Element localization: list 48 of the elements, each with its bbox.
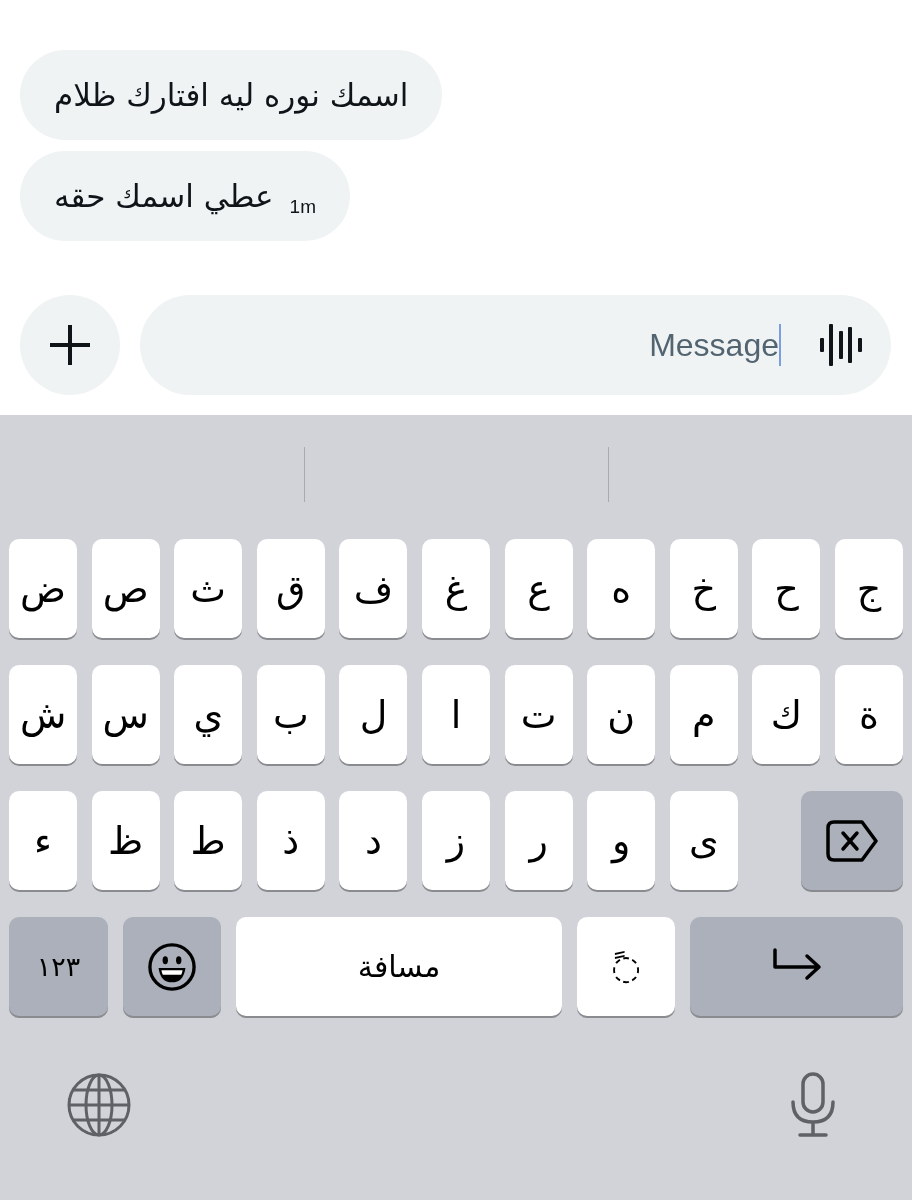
timestamp: 1m	[289, 196, 316, 218]
letter-key[interactable]: ل	[339, 665, 408, 764]
message-field[interactable]: Message	[140, 295, 891, 395]
globe-icon	[67, 1073, 131, 1137]
letter-key[interactable]: ي	[174, 665, 243, 764]
letter-key[interactable]: ه	[587, 539, 656, 638]
numbers-key[interactable]: ١٢٣	[9, 917, 108, 1016]
letter-key[interactable]: و	[587, 791, 656, 890]
letter-key[interactable]: ء	[9, 791, 77, 890]
letter-key[interactable]: غ	[422, 539, 491, 638]
diacritic-key[interactable]: ◌ً	[577, 917, 675, 1016]
message-text: عطي اسمك حقه	[54, 178, 274, 214]
letter-key[interactable]: ظ	[91, 791, 160, 890]
letter-key[interactable]: ص	[91, 539, 160, 638]
letter-key[interactable]: ق	[256, 539, 325, 638]
letter-key[interactable]: ب	[256, 665, 325, 764]
dictation-button[interactable]	[790, 1072, 836, 1138]
letter-key[interactable]: خ	[669, 539, 738, 638]
message-text: اسمك نوره ليه افتارك ظلام	[54, 77, 409, 113]
letter-key[interactable]: ى	[669, 791, 738, 890]
letter-key[interactable]: ط	[174, 791, 243, 890]
letter-key[interactable]: ع	[504, 539, 573, 638]
plus-icon	[50, 325, 90, 365]
letter-key[interactable]: ح	[752, 539, 821, 638]
letter-key[interactable]: ا	[422, 665, 491, 764]
letter-key[interactable]: ك	[752, 665, 821, 764]
letter-key[interactable]: ة	[835, 665, 903, 764]
globe-button[interactable]	[67, 1073, 131, 1137]
space-key[interactable]: مسافة	[236, 917, 562, 1016]
letter-key[interactable]: ت	[504, 665, 573, 764]
backspace-icon	[826, 819, 878, 862]
letter-key[interactable]: ش	[9, 665, 78, 764]
backspace-key[interactable]	[801, 791, 903, 890]
letter-key[interactable]: ض	[9, 539, 78, 638]
letter-key[interactable]: ر	[504, 791, 573, 890]
letter-key[interactable]: ث	[174, 539, 243, 638]
letter-key[interactable]: د	[339, 791, 408, 890]
letter-key[interactable]: ن	[587, 665, 656, 764]
microphone-icon	[790, 1072, 836, 1138]
letter-key[interactable]: ج	[835, 539, 903, 638]
letter-key[interactable]: ذ	[256, 791, 325, 890]
emoji-key[interactable]	[123, 917, 221, 1016]
voice-waveform-icon[interactable]	[820, 324, 862, 366]
letter-key[interactable]: ز	[421, 791, 490, 890]
smiley-icon	[148, 942, 196, 991]
letter-key[interactable]: س	[91, 665, 160, 764]
letter-key[interactable]: ف	[339, 539, 408, 638]
letter-key[interactable]: م	[669, 665, 738, 764]
